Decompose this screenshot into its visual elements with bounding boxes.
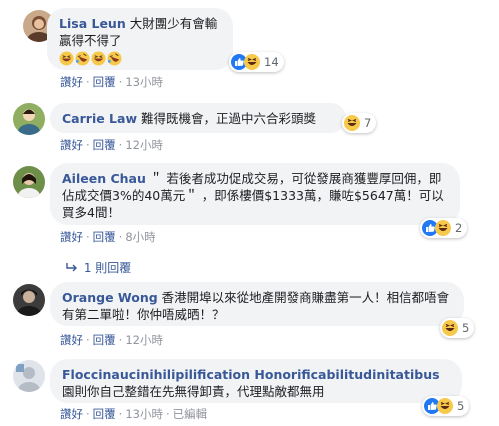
laughing-emoji-icon (91, 51, 106, 66)
comment-actions: 讚好 · 回覆 · 13小時 (60, 75, 163, 89)
like-link[interactable]: 讚好 (60, 333, 83, 347)
like-link[interactable]: 讚好 (60, 75, 83, 89)
rofl-emoji-icon (107, 51, 122, 66)
reaction-summary[interactable]: 14 (229, 52, 284, 72)
replies-count[interactable]: 1 則回覆 (84, 261, 131, 275)
avatar[interactable] (13, 360, 45, 392)
comment-bubble: Lisa Leun 大財團少有會輸 贏得不得了 (47, 8, 233, 70)
reaction-count: 14 (264, 55, 279, 69)
comment-author[interactable]: Floccinaucinihilipilification Honorifica… (62, 367, 440, 382)
reaction-summary[interactable]: 2 (420, 218, 468, 238)
comment-bubble: Carrie Law 難得既機會，正過中六合彩頭獎 (50, 103, 346, 133)
laughing-emoji-icon (59, 51, 74, 66)
reply-link[interactable]: 回覆 (93, 75, 116, 89)
view-replies-link[interactable]: 1 則回覆 (66, 259, 131, 276)
comment-actions: 讚好 · 回覆 · 8小時 (60, 230, 156, 244)
edited-label[interactable]: 已編輯 (173, 407, 208, 421)
comment-bubble: Orange Wong 香港開埠以來從地產開發商賺盡第一人！相信都唔會有第二單啦… (50, 282, 464, 326)
reaction-count: 2 (455, 221, 463, 235)
like-link[interactable]: 讚好 (60, 407, 83, 421)
reply-link[interactable]: 回覆 (93, 230, 116, 244)
comment-text: 園則你自己整錯在先無得卸責，代理點敵都無用 (62, 384, 325, 399)
comment-author[interactable]: Lisa Leun (59, 16, 126, 31)
emoji-line (59, 50, 221, 67)
comment-bubble: Aileen Chau ＂ 若後者成功促成交易，可從發展商獲豐厚回佣，即佔成交價… (50, 163, 460, 225)
reaction-count: 7 (364, 116, 372, 130)
haha-reaction-icon (437, 398, 453, 414)
haha-reaction-icon (344, 115, 360, 131)
comment-actions: 讚好 · 回覆 · 12小時 (60, 138, 163, 152)
timestamp[interactable]: 13小時 (125, 75, 163, 89)
timestamp[interactable]: 8小時 (125, 230, 155, 244)
reply-link[interactable]: 回覆 (93, 333, 116, 347)
reaction-count: 5 (462, 321, 470, 335)
like-link[interactable]: 讚好 (60, 230, 83, 244)
reaction-count: 5 (457, 399, 465, 413)
reaction-summary[interactable]: 7 (342, 113, 377, 133)
reply-link[interactable]: 回覆 (93, 407, 116, 421)
reaction-summary[interactable]: 5 (422, 396, 470, 416)
avatar[interactable] (13, 103, 45, 135)
timestamp[interactable]: 12小時 (125, 333, 163, 347)
comment-bubble: Floccinaucinihilipilification Honorifica… (50, 359, 462, 403)
reaction-summary[interactable]: 5 (440, 318, 475, 338)
haha-reaction-icon (435, 220, 451, 236)
timestamp[interactable]: 13小時 (125, 407, 163, 421)
comment-actions: 讚好 · 回覆 · 13小時 · 已編輯 (60, 407, 208, 421)
comment-author[interactable]: Aileen Chau (62, 171, 146, 186)
reply-arrow-icon (66, 261, 80, 275)
rofl-emoji-icon (75, 51, 90, 66)
comment-author[interactable]: Carrie Law (62, 111, 137, 126)
comment-text: 難得既機會，正過中六合彩頭獎 (140, 111, 316, 126)
timestamp[interactable]: 12小時 (125, 138, 163, 152)
avatar[interactable] (13, 166, 45, 198)
comment-author[interactable]: Orange Wong (62, 290, 158, 305)
like-link[interactable]: 讚好 (60, 138, 83, 152)
comment-actions: 讚好 · 回覆 · 12小時 (60, 333, 163, 347)
avatar[interactable] (13, 284, 45, 316)
haha-reaction-icon (244, 54, 260, 70)
haha-reaction-icon (442, 320, 458, 336)
reply-link[interactable]: 回覆 (93, 138, 116, 152)
